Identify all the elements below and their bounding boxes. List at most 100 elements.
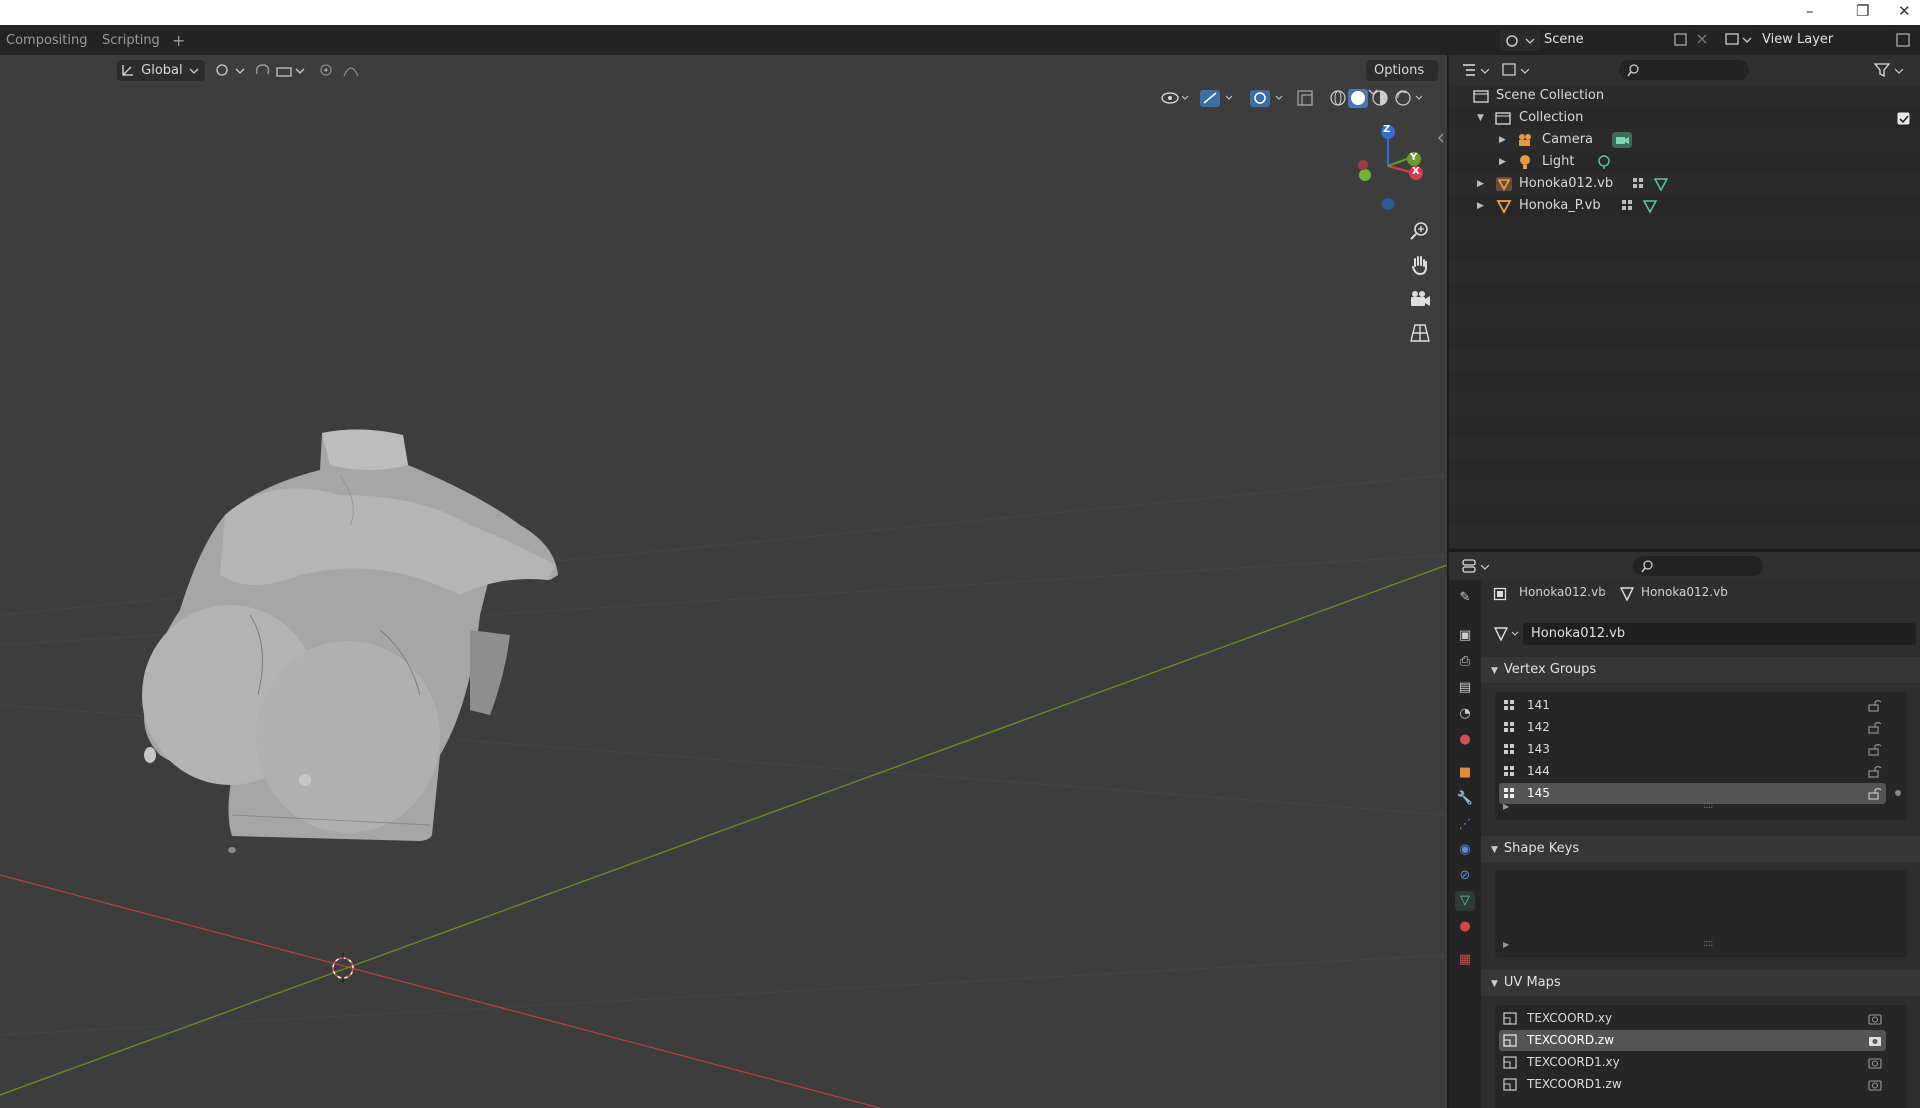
uv-map-icon — [1503, 1012, 1517, 1025]
uv-map-row[interactable]: TEXCOORD1.xy — [1499, 1052, 1886, 1073]
uv-maps-list[interactable]: TEXCOORD.xy TEXCOORD.zw TEXCOORD1.xy TEX… — [1495, 1005, 1907, 1108]
camera-data-icon[interactable] — [1611, 131, 1633, 149]
outliner-row-honoka-p[interactable]: ▶ Honoka_P.vb — [1449, 195, 1920, 217]
lock-icon[interactable] — [1868, 765, 1882, 778]
outliner-row-collection[interactable]: ▼ Collection — [1449, 107, 1920, 129]
gizmo-z-label[interactable]: Z — [1383, 124, 1390, 135]
filter-icon[interactable] — [1873, 61, 1913, 79]
shape-keys-panel-header[interactable]: ▼ Shape Keys — [1481, 836, 1920, 862]
hand-pan-icon[interactable] — [1407, 252, 1433, 278]
physics-icon[interactable]: ◉ — [1455, 840, 1475, 860]
view-layer-icon[interactable] — [1724, 31, 1754, 49]
outliner-search-input[interactable] — [1619, 60, 1749, 80]
transform-orientation-dropdown[interactable]: Global — [117, 60, 205, 81]
world-icon[interactable]: ● — [1455, 730, 1475, 750]
expand-arrow-icon[interactable]: ▶ — [1477, 173, 1484, 195]
uv-map-row[interactable]: TEXCOORD1.zw — [1499, 1074, 1886, 1095]
mesh-data-icon — [1619, 587, 1635, 602]
camera-render-icon[interactable] — [1868, 1056, 1882, 1069]
gizmo-x-label[interactable]: X — [1412, 166, 1420, 177]
options-dropdown[interactable]: Options — [1366, 60, 1438, 95]
mesh-name-field[interactable]: Honoka012.vb — [1523, 623, 1916, 645]
lock-icon[interactable] — [1868, 721, 1882, 734]
texture-icon[interactable]: ▦ — [1455, 950, 1475, 970]
outliner-row-scene-collection[interactable]: Scene Collection — [1449, 85, 1920, 107]
outliner-row-honoka012[interactable]: ▶ Honoka012.vb — [1449, 173, 1920, 195]
expand-arrow-icon[interactable]: ▼ — [1477, 107, 1484, 129]
display-mode-icon[interactable] — [1501, 61, 1533, 79]
scene-icon[interactable]: ◔ — [1455, 704, 1475, 724]
add-workspace-button[interactable]: + — [172, 31, 185, 50]
light-data-icon[interactable] — [1596, 154, 1612, 170]
material-shading-icon — [1372, 90, 1388, 106]
outliner-row-camera[interactable]: ▶ Camera — [1449, 129, 1920, 151]
proportional-edit[interactable] — [316, 60, 372, 81]
editor-type-icon[interactable] — [1461, 61, 1493, 79]
vertex-group-row[interactable]: 142 — [1499, 717, 1886, 738]
vertex-group-row-selected[interactable]: 145 — [1499, 783, 1886, 804]
camera-view-icon[interactable] — [1407, 286, 1433, 312]
restore-button[interactable]: ❐ — [1856, 2, 1869, 20]
orientation-icon — [122, 65, 133, 76]
pivot-point-dropdown[interactable] — [212, 60, 248, 81]
uv-maps-panel-header[interactable]: ▼ UV Maps — [1481, 970, 1920, 996]
grid-ortho-icon[interactable] — [1407, 320, 1433, 346]
outliner-row-light[interactable]: ▶ Light — [1449, 151, 1920, 173]
expand-arrow-icon[interactable]: ▶ — [1477, 195, 1484, 217]
uv-map-row[interactable]: TEXCOORD.xy — [1499, 1008, 1886, 1029]
3d-viewport[interactable]: Z Y X Global Options — [0, 55, 1447, 1108]
vertex-group-row[interactable]: 143 — [1499, 739, 1886, 760]
lock-icon[interactable] — [1868, 743, 1882, 756]
list-resize-handle[interactable]: :::: — [1703, 938, 1714, 949]
camera-render-icon[interactable] — [1868, 1034, 1882, 1047]
zoom-icon[interactable] — [1407, 218, 1433, 244]
uv-map-row-selected[interactable]: TEXCOORD.zw — [1499, 1030, 1886, 1051]
mesh-browse-icon[interactable] — [1493, 626, 1523, 642]
object-icon[interactable]: ■ — [1455, 763, 1475, 783]
scene-selector-button[interactable] — [1500, 30, 1540, 51]
viewport-shading-bar[interactable] — [1158, 87, 1428, 111]
chevron-down-icon — [189, 68, 199, 74]
particles-icon[interactable]: ⋰ — [1455, 815, 1475, 835]
checkbox-icon[interactable] — [1897, 112, 1910, 125]
editor-type-icon[interactable] — [1461, 557, 1493, 575]
vertex-groups-panel-header[interactable]: ▼ Vertex Groups — [1481, 657, 1920, 683]
output-icon[interactable]: ⎙ — [1455, 652, 1475, 672]
lock-icon[interactable] — [1868, 787, 1882, 800]
snap-controls[interactable] — [252, 60, 310, 81]
tab-scripting[interactable]: Scripting — [102, 33, 160, 48]
expand-arrow-icon[interactable]: ▶ — [1499, 129, 1506, 151]
vertex-groups-icon[interactable] — [1620, 198, 1660, 214]
camera-render-icon[interactable] — [1868, 1012, 1882, 1025]
list-resize-handle[interactable]: :::: — [1703, 800, 1714, 811]
sidebar-toggle-icon[interactable] — [1436, 131, 1446, 145]
list-expand-icon[interactable]: ▶ — [1503, 802, 1509, 811]
constraints-icon[interactable]: ⊘ — [1455, 866, 1475, 886]
view-layer-field[interactable]: View Layer — [1756, 30, 1896, 51]
gizmo-y-label[interactable]: Y — [1410, 152, 1417, 163]
vertex-group-row[interactable]: 144 — [1499, 761, 1886, 782]
camera-render-icon[interactable] — [1868, 1078, 1882, 1091]
scene-name-field[interactable]: Scene — [1540, 30, 1690, 51]
list-expand-icon[interactable]: ▶ — [1503, 940, 1509, 949]
tool-icon[interactable]: ✎ — [1455, 588, 1475, 608]
shape-keys-list[interactable]: ▶ :::: — [1495, 870, 1907, 957]
render-icon[interactable]: ▣ — [1455, 626, 1475, 646]
expand-arrow-icon[interactable]: ▶ — [1499, 151, 1506, 173]
tab-compositing[interactable]: Compositing — [6, 33, 88, 48]
modifier-icon[interactable]: 🔧 — [1455, 789, 1475, 809]
mesh-data-icon[interactable]: ▽ — [1455, 891, 1475, 911]
vertex-groups-icon[interactable] — [1631, 176, 1671, 192]
solid-shading-icon — [1348, 89, 1368, 108]
vertex-groups-list[interactable]: 141 142 143 144 145 ▶:::: — [1495, 692, 1907, 820]
scrollbar-handle[interactable] — [1895, 790, 1901, 796]
minimize-button[interactable]: – — [1806, 2, 1814, 20]
material-icon[interactable]: ● — [1455, 917, 1475, 937]
new-view-layer-icon[interactable] — [1894, 31, 1914, 49]
rendered-shading-icon — [1395, 90, 1411, 106]
lock-icon[interactable] — [1868, 699, 1882, 712]
view-layer-icon[interactable]: ▤ — [1455, 678, 1475, 698]
vertex-group-row[interactable]: 141 — [1499, 695, 1886, 716]
properties-search-input[interactable] — [1633, 556, 1763, 576]
close-button[interactable]: ✕ — [1898, 2, 1911, 20]
